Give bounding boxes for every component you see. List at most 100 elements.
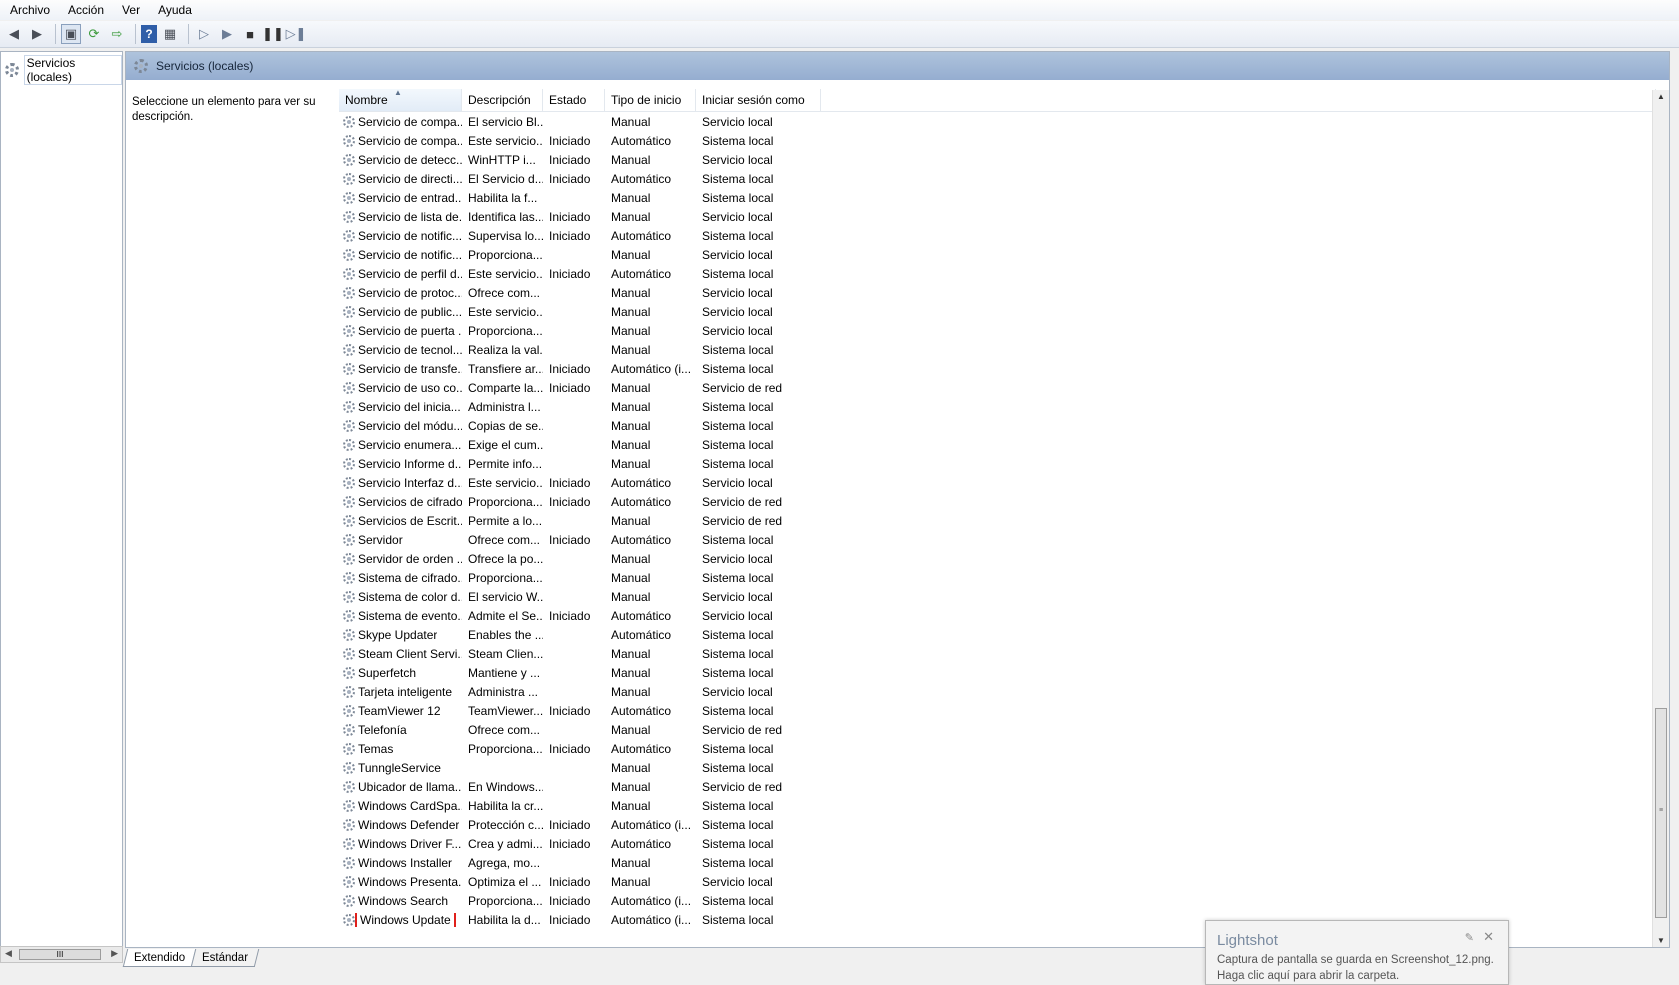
stop-icon[interactable]: ■	[240, 24, 260, 44]
table-row[interactable]: Tarjeta inteligente Administra ... Manual S…	[339, 682, 1656, 701]
service-name: Sistema de cifrado...	[358, 570, 462, 585]
table-row[interactable]: Servicio Informe d... Permite info... Manu…	[339, 454, 1656, 473]
cell-nombre: Windows Search	[339, 894, 462, 908]
table-row[interactable]: Skype Updater Enables the ... Automático Si…	[339, 625, 1656, 644]
table-row[interactable]: Servicio del módu... Copias de se... Manua…	[339, 416, 1656, 435]
service-name: Temas	[358, 741, 394, 756]
cell-nombre: Servicio de compa...	[339, 115, 462, 129]
table-row[interactable]: Servicios de cifrado Proporciona... Inicia…	[339, 492, 1656, 511]
table-row[interactable]: TeamViewer 12 TeamViewer... Iniciado Automá…	[339, 701, 1656, 720]
table-row[interactable]: Windows Defender Protección c... Iniciado A…	[339, 815, 1656, 834]
table-row[interactable]: Ubicador de llama... En Windows... Manual S…	[339, 777, 1656, 796]
table-row[interactable]: TunngleService Manual Sistema local	[339, 758, 1656, 777]
properties-icon[interactable]: ▦	[160, 24, 180, 44]
table-row[interactable]: Servicio de tecnol... Realiza la val... Ma…	[339, 340, 1656, 359]
scroll-thumb[interactable]: III	[19, 949, 101, 960]
table-row[interactable]: Servicio de compa... Este servicio... Inic…	[339, 131, 1656, 150]
table-row[interactable]: Servicio de notific... Supervisa lo... Ini…	[339, 226, 1656, 245]
lightshot-notification[interactable]: Lightshot ✎ ✕ Captura de pantalla se gua…	[1205, 920, 1509, 985]
table-row[interactable]: Servicio de puerta ... Proporciona... Manu…	[339, 321, 1656, 340]
table-row[interactable]: Telefonía Ofrece com... Manual Servicio de …	[339, 720, 1656, 739]
scroll-up-icon[interactable]: ▲	[1657, 92, 1665, 101]
tab-extendido[interactable]: Extendido	[122, 949, 197, 967]
cell-nombre: Telefonía	[339, 723, 462, 737]
table-row[interactable]: Servicio de entrad... Habilita la f... Man…	[339, 188, 1656, 207]
tab-estandar[interactable]: Estándar	[190, 949, 260, 967]
service-gear-icon	[343, 153, 355, 166]
service-gear-icon	[343, 305, 355, 318]
column-header-iniciar-sesion[interactable]: Iniciar sesión como	[696, 89, 821, 111]
cell-tipo-inicio: Automático	[611, 133, 672, 148]
table-row[interactable]: Windows Search Proporciona... Iniciado Auto…	[339, 891, 1656, 910]
column-header-estado[interactable]: Estado	[543, 89, 605, 111]
table-row[interactable]: Servicio de public... Este servicio... Man…	[339, 302, 1656, 321]
scroll-left-icon[interactable]: ◀	[5, 948, 12, 959]
menu-ayuda[interactable]: Ayuda	[148, 3, 200, 17]
cell-tipo-inicio: Automático	[611, 171, 672, 186]
table-row[interactable]: Servicio de transfe... Transfiere ar... In…	[339, 359, 1656, 378]
close-icon[interactable]: ✕	[1483, 929, 1494, 945]
table-row[interactable]: Servicio de compa... El servicio Bl... Man…	[339, 112, 1656, 131]
cell-descripcion: Administra ...	[468, 684, 539, 699]
console-tree-icon[interactable]: ▣	[61, 24, 81, 44]
table-row[interactable]: Sistema de cifrado... Proporciona... Manua…	[339, 568, 1656, 587]
tree-horizontal-scrollbar[interactable]: ◀ III ▶	[0, 946, 123, 963]
help-icon[interactable]: ?	[141, 25, 157, 43]
menu-archivo[interactable]: Archivo	[0, 3, 58, 17]
table-row[interactable]: Windows CardSpa... Habilita la cr... Manua…	[339, 796, 1656, 815]
table-row[interactable]: Steam Client Servi... Steam Clien... Manua…	[339, 644, 1656, 663]
play-icon[interactable]: ▷	[194, 24, 214, 44]
table-row[interactable]: Servicios de Escrit... Permite a lo... Man…	[339, 511, 1656, 530]
resume-icon[interactable]: ▷❚	[286, 24, 307, 44]
table-row[interactable]: Servicio del inicia... Administra l... Man…	[339, 397, 1656, 416]
table-row[interactable]: Servicio Interfaz d... Este servicio... In…	[339, 473, 1656, 492]
table-row[interactable]: Windows Presenta... Optimiza el ... Inicia…	[339, 872, 1656, 891]
tree-node-servicios[interactable]: Servicios (locales)	[5, 55, 122, 85]
cell-nombre: Servicio de detecc...	[339, 153, 462, 167]
table-row[interactable]: Servidor de orden ... Ofrece la po... Manu…	[339, 549, 1656, 568]
table-row[interactable]: Servicio enumera... Exige el cum... Manual…	[339, 435, 1656, 454]
table-row[interactable]: Servicio de perfil d... Este servicio... I…	[339, 264, 1656, 283]
pause-icon[interactable]: ❚❚	[262, 24, 284, 44]
table-row[interactable]: Temas Proporciona... Iniciado Automático Sis…	[339, 739, 1656, 758]
table-row[interactable]: Windows Driver F... Crea y admi... Iniciad…	[339, 834, 1656, 853]
table-row[interactable]: Sistema de evento... Admite el Se... Inici…	[339, 606, 1656, 625]
service-gear-icon	[343, 533, 355, 546]
cell-tipo-inicio: Manual	[611, 874, 651, 889]
table-row[interactable]: Superfetch Mantiene y ... Manual Sistema lo…	[339, 663, 1656, 682]
toolbar-separator	[188, 24, 189, 44]
forward-arrow-icon[interactable]: ▶	[27, 24, 47, 44]
refresh-icon[interactable]: ⟳	[84, 24, 104, 44]
service-name: Sistema de evento...	[358, 608, 462, 623]
pin-icon[interactable]: ✎	[1465, 931, 1474, 944]
scroll-thumb[interactable]: ≡	[1655, 708, 1667, 918]
back-arrow-icon[interactable]: ◀	[4, 24, 24, 44]
column-header-tipo-inicio[interactable]: Tipo de inicio	[605, 89, 696, 111]
table-row[interactable]: Servicio de lista de... Identifica las...…	[339, 207, 1656, 226]
table-row[interactable]: Windows Installer Agrega, mo... Manual Sist…	[339, 853, 1656, 872]
column-header-nombre[interactable]: Nombre ▲	[339, 88, 462, 111]
play-alt-icon[interactable]: ▶	[217, 24, 237, 44]
notification-hint[interactable]: Haga clic aquí para abrir la carpeta.	[1217, 970, 1399, 982]
cell-nombre: Servidor de orden ...	[339, 552, 462, 566]
menu-accion[interactable]: Acción	[58, 3, 112, 17]
table-row[interactable]: Servicio de detecc... WinHTTP i... Iniciad…	[339, 150, 1656, 169]
cell-tipo-inicio: Manual	[611, 551, 651, 566]
table-row[interactable]: Servicio de protoc... Ofrece com... Manual…	[339, 283, 1656, 302]
cell-descripcion: El servicio Bl...	[468, 114, 543, 129]
cell-iniciar-sesion: Sistema local	[702, 912, 774, 927]
scroll-down-icon[interactable]: ▼	[1657, 936, 1665, 945]
vertical-scrollbar[interactable]: ▲ ≡ ▼	[1652, 90, 1669, 947]
service-name: Servicio Informe d...	[358, 456, 462, 471]
menu-ver[interactable]: Ver	[112, 3, 148, 17]
scroll-right-icon[interactable]: ▶	[111, 948, 118, 959]
table-row[interactable]: Servidor Ofrece com... Iniciado Automático S…	[339, 530, 1656, 549]
export-icon[interactable]: ⇨	[107, 24, 127, 44]
table-row[interactable]: Servicio de notific... Proporciona... Manu…	[339, 245, 1656, 264]
service-name: Servidor	[358, 532, 403, 547]
table-row[interactable]: Sistema de color d... El servicio W... Man…	[339, 587, 1656, 606]
column-header-descripcion[interactable]: Descripción	[462, 89, 543, 111]
table-row[interactable]: Servicio de uso co... Comparte la... Inici…	[339, 378, 1656, 397]
cell-iniciar-sesion: Sistema local	[702, 817, 774, 832]
table-row[interactable]: Servicio de directi... El Servicio d... In…	[339, 169, 1656, 188]
